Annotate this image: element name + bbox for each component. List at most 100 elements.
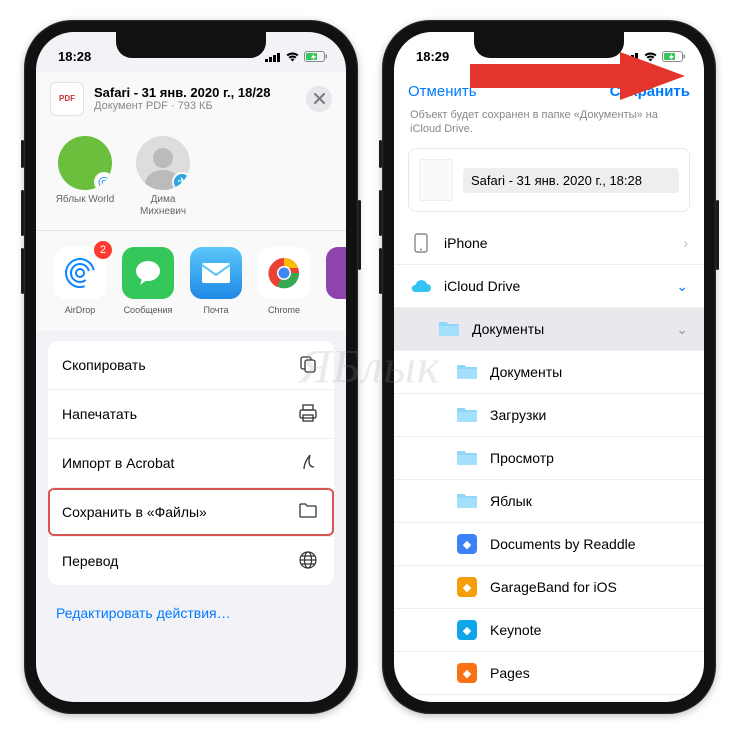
- folder-icon: [456, 490, 478, 512]
- airdrop-contacts: ◎ Яблык World ✈ Дима Михневич: [36, 126, 346, 230]
- action-acrobat[interactable]: Импорт в Acrobat: [48, 438, 334, 487]
- folder-row[interactable]: ◆ Pages: [394, 652, 704, 695]
- share-apps: 2 AirDrop Сообщения Почта: [36, 231, 346, 331]
- folder-icon: [456, 447, 478, 469]
- folder-label: Документы: [490, 364, 562, 380]
- close-button[interactable]: [306, 86, 332, 112]
- folder-label: Pages: [490, 665, 530, 681]
- action-label: Импорт в Acrobat: [62, 455, 174, 471]
- cellular-icon: [623, 52, 639, 62]
- action-label: Перевод: [62, 553, 118, 569]
- app-airdrop[interactable]: 2 AirDrop: [52, 247, 108, 315]
- edit-actions-button[interactable]: Редактировать действия…: [36, 595, 346, 631]
- app-label: Почта: [188, 305, 244, 315]
- action-print[interactable]: Напечатать: [48, 389, 334, 438]
- app-icon: ◆: [456, 576, 478, 598]
- folder-icon: [456, 404, 478, 426]
- folder-row[interactable]: Загрузки: [394, 394, 704, 437]
- action-copy[interactable]: Скопировать: [48, 341, 334, 389]
- app-more[interactable]: За: [324, 247, 346, 315]
- avatar: ◎: [58, 136, 112, 190]
- phone-right: 18:29 Отменить Сохранить Объект будет со…: [382, 20, 716, 714]
- file-thumb-icon: [419, 159, 453, 201]
- share-header: PDF Safari - 31 янв. 2020 г., 18/28 Доку…: [36, 72, 346, 126]
- action-label: Напечатать: [62, 406, 137, 422]
- phone-left: 18:28 PDF Safari - 31 янв. 2020 г., 18/2…: [24, 20, 358, 714]
- app-icon: ◆: [456, 619, 478, 641]
- folder-row[interactable]: ◆ GarageBand for iOS: [394, 566, 704, 609]
- doc-subtitle: Документ PDF · 793 КБ: [94, 100, 270, 112]
- messages-icon: [122, 247, 174, 299]
- file-name-input[interactable]: Safari - 31 янв. 2020 г., 18:28: [463, 168, 679, 193]
- chevron-down-icon: ⌄: [676, 278, 688, 295]
- folder-list: Документы ⌄ Документы Загрузки Просмотр Яблык…: [394, 308, 704, 701]
- app-icon: [326, 247, 346, 299]
- location-label: iCloud Drive: [444, 278, 520, 294]
- print-icon: [298, 403, 320, 425]
- folder-label: Загрузки: [490, 407, 546, 423]
- location-iphone[interactable]: iPhone ›: [394, 222, 704, 265]
- cancel-button[interactable]: Отменить: [408, 83, 477, 100]
- battery-icon: [662, 51, 686, 63]
- mail-icon: [190, 247, 242, 299]
- save-button[interactable]: Сохранить: [610, 83, 690, 100]
- status-time: 18:29: [416, 49, 449, 64]
- app-icon: ◆: [456, 662, 478, 684]
- folder-row[interactable]: ◆Keynote: [394, 609, 704, 652]
- app-label: За: [324, 305, 346, 315]
- location-label: iPhone: [444, 235, 488, 251]
- location-icloud[interactable]: iCloud Drive ⌄: [394, 265, 704, 308]
- file-card: Safari - 31 янв. 2020 г., 18:28: [408, 148, 690, 212]
- folder-label: Документы: [472, 321, 544, 337]
- app-mail[interactable]: Почта: [188, 247, 244, 315]
- globe-icon: [298, 550, 320, 572]
- iphone-icon: [410, 232, 432, 254]
- folder-row[interactable]: ◆Pixelmator: [394, 695, 704, 701]
- folder-row[interactable]: Яблык: [394, 480, 704, 523]
- folder-icon: [438, 318, 460, 340]
- folder-row[interactable]: Документы: [394, 351, 704, 394]
- folder-icon: [298, 501, 320, 523]
- telegram-badge-icon: ✈: [172, 172, 190, 190]
- folder-label: Яблык: [490, 493, 532, 509]
- app-chrome[interactable]: Chrome: [256, 247, 312, 315]
- folder-row[interactable]: Документы ⌄: [394, 308, 704, 351]
- status-time: 18:28: [58, 49, 91, 64]
- folder-label: GarageBand for iOS: [490, 579, 617, 595]
- action-label: Скопировать: [62, 357, 146, 373]
- action-label: Сохранить в «Файлы»: [62, 504, 207, 520]
- info-text: Объект будет сохранен в папке «Документы…: [394, 108, 704, 145]
- doc-thumb-icon: PDF: [50, 82, 84, 116]
- contact-item[interactable]: ✈ Дима Михневич: [132, 136, 194, 218]
- airdrop-badge-icon: ◎: [94, 172, 112, 190]
- acrobat-icon: [298, 452, 320, 474]
- app-label: AirDrop: [52, 305, 108, 315]
- avatar: ✈: [136, 136, 190, 190]
- folder-label: Documents by Readdle: [490, 536, 636, 552]
- chrome-icon: [258, 247, 310, 299]
- icloud-icon: [410, 275, 432, 297]
- battery-icon: [304, 51, 328, 63]
- cellular-icon: [265, 52, 281, 62]
- wifi-icon: [285, 51, 300, 62]
- contact-item[interactable]: ◎ Яблык World: [54, 136, 116, 218]
- doc-title: Safari - 31 янв. 2020 г., 18/28: [94, 85, 270, 101]
- notch: [474, 32, 624, 58]
- wifi-icon: [643, 51, 658, 62]
- app-icon: ◆: [456, 533, 478, 555]
- app-messages[interactable]: Сообщения: [120, 247, 176, 315]
- contact-name: Дима Михневич: [132, 194, 194, 218]
- folder-row[interactable]: ◆ Documents by Readdle: [394, 523, 704, 566]
- folder-label: Просмотр: [490, 450, 554, 466]
- nav-bar: Отменить Сохранить: [394, 72, 704, 108]
- action-save-to-files[interactable]: Сохранить в «Файлы»: [48, 487, 334, 536]
- chevron-right-icon: ›: [683, 235, 688, 251]
- chevron-down-icon: ⌄: [676, 321, 688, 338]
- notch: [116, 32, 266, 58]
- badge: 2: [94, 241, 112, 259]
- action-translate[interactable]: Перевод: [48, 536, 334, 585]
- folder-icon: [456, 361, 478, 383]
- folder-row[interactable]: Просмотр: [394, 437, 704, 480]
- action-list: Скопировать Напечатать Импорт в Acrobat …: [48, 341, 334, 585]
- airdrop-icon: 2: [54, 247, 106, 299]
